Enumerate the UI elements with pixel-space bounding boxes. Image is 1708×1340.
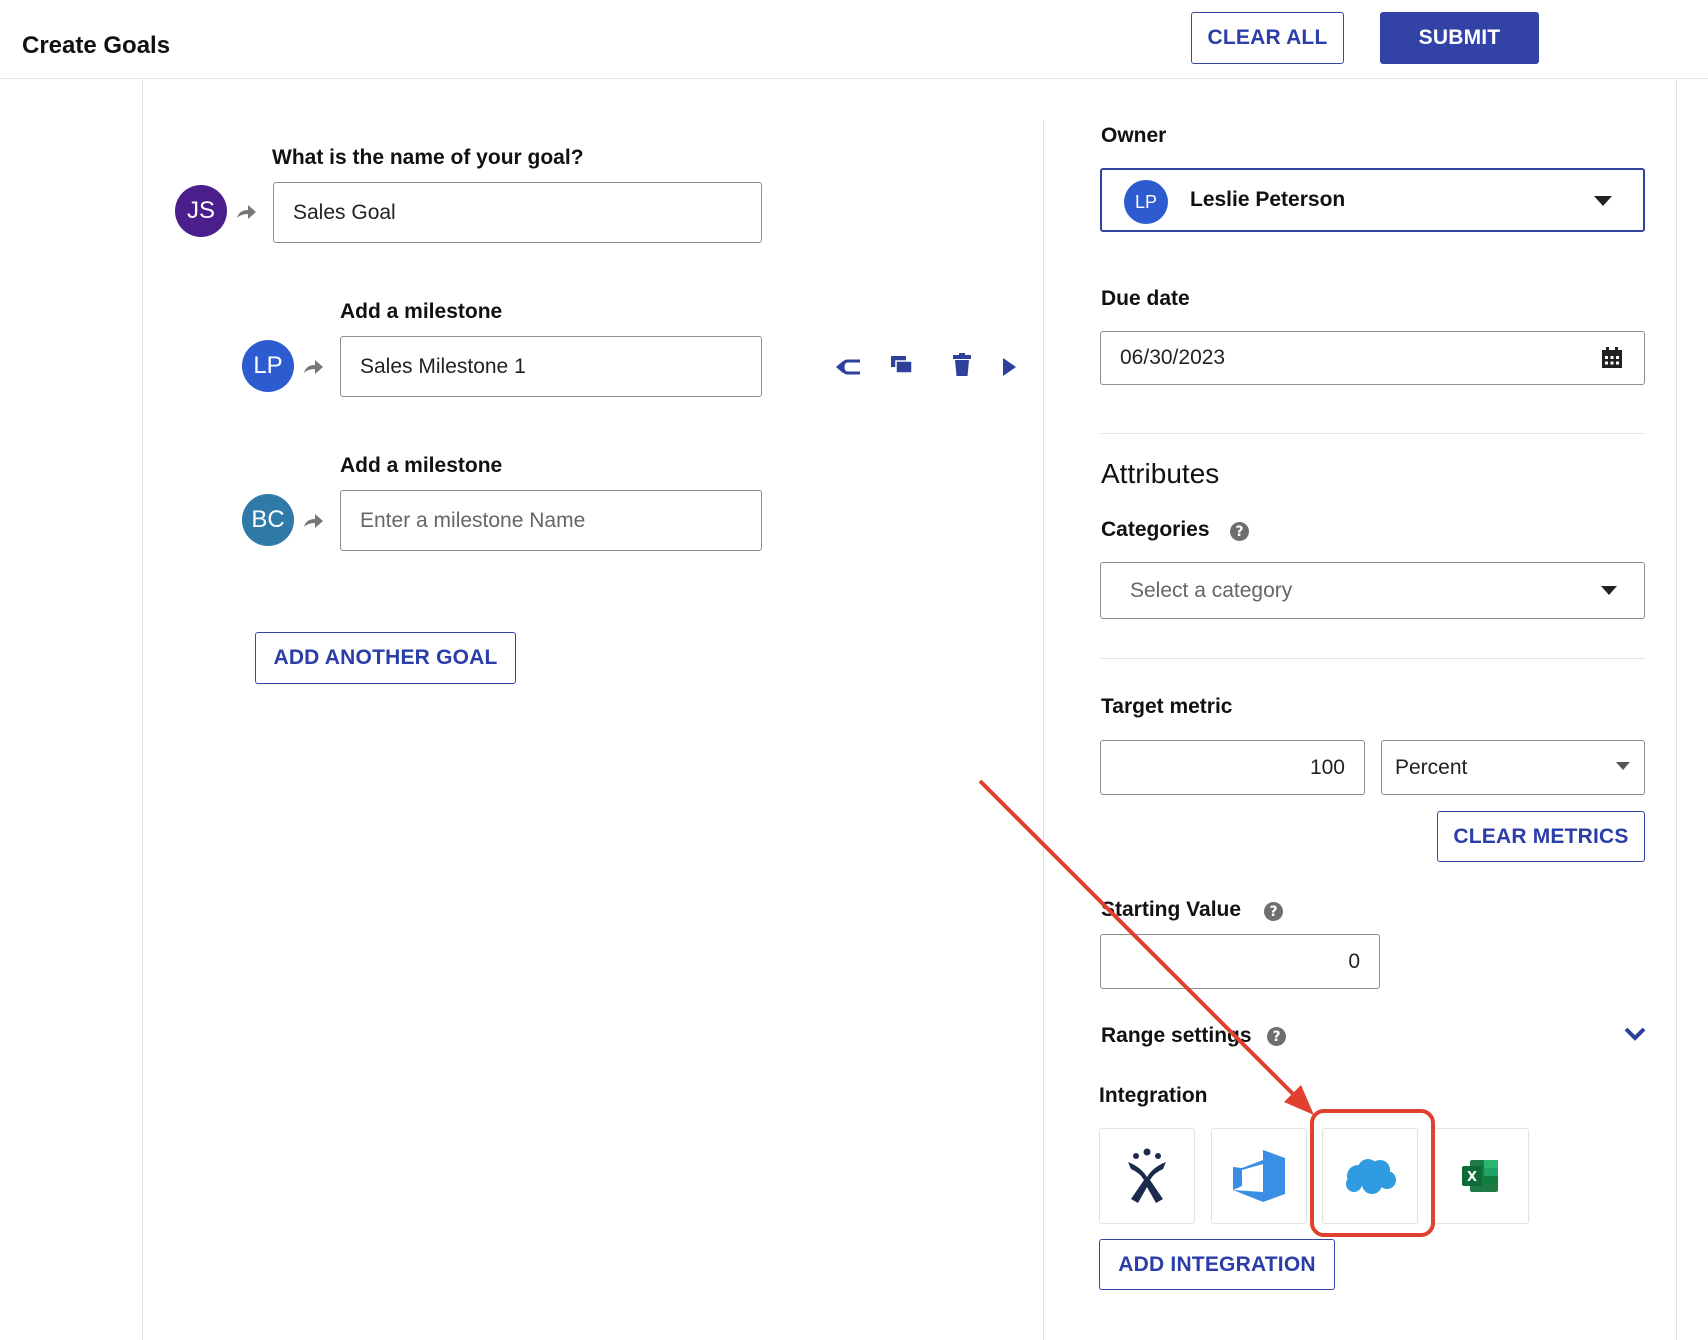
help-icon[interactable]: ? <box>1230 522 1249 541</box>
jira-integration-tile[interactable] <box>1099 1128 1195 1224</box>
azure-devops-icon <box>1233 1150 1285 1202</box>
split-icon[interactable] <box>833 352 863 382</box>
chevron-down-icon <box>1594 196 1612 206</box>
starting-value-label: Starting Value <box>1101 898 1242 921</box>
annotation-arrowhead <box>1284 1085 1314 1115</box>
divider <box>1100 658 1645 659</box>
range-settings-label: Range settings <box>1101 1024 1252 1047</box>
salesforce-integration-tile[interactable] <box>1322 1128 1418 1224</box>
calendar-icon[interactable] <box>1601 347 1623 369</box>
milestone-label: Add a milestone <box>340 300 503 323</box>
svg-text:X: X <box>1467 1170 1477 1185</box>
divider <box>1100 433 1645 434</box>
owner-name: Leslie Peterson <box>1190 188 1346 211</box>
category-select[interactable]: Select a category <box>1100 562 1645 619</box>
chevron-down-icon[interactable] <box>1624 1026 1646 1042</box>
play-icon[interactable] <box>994 352 1024 382</box>
clear-all-button[interactable]: CLEAR ALL <box>1191 12 1344 64</box>
assign-arrow-icon <box>304 360 323 374</box>
milestone-placeholder: Enter a milestone Name <box>360 508 586 532</box>
target-value-input[interactable]: 100 <box>1100 740 1365 795</box>
goal-owner-avatar[interactable]: JS <box>175 185 227 237</box>
due-date-label: Due date <box>1101 287 1190 310</box>
target-unit-select[interactable]: Percent <box>1381 740 1645 795</box>
jira-icon <box>1128 1148 1166 1203</box>
duplicate-icon[interactable] <box>887 350 917 380</box>
excel-icon: X <box>1462 1160 1498 1192</box>
chevron-down-icon <box>1616 762 1630 770</box>
milestone-owner-avatar[interactable]: LP <box>242 340 294 392</box>
trash-icon[interactable] <box>947 350 977 380</box>
azure-devops-integration-tile[interactable] <box>1211 1128 1307 1224</box>
submit-button[interactable]: SUBMIT <box>1380 12 1539 64</box>
add-another-goal-button[interactable]: ADD ANOTHER GOAL <box>255 632 516 684</box>
milestone-label: Add a milestone <box>340 454 503 477</box>
page-title: Create Goals <box>22 32 171 59</box>
due-date-input[interactable]: 06/30/2023 <box>1100 331 1645 385</box>
due-date-value: 06/30/2023 <box>1120 346 1226 369</box>
left-panel-border <box>142 80 143 1340</box>
clear-metrics-button[interactable]: CLEAR METRICS <box>1437 811 1645 862</box>
category-placeholder: Select a category <box>1130 578 1293 602</box>
assign-arrow-icon <box>304 514 323 528</box>
excel-integration-tile[interactable]: X <box>1433 1128 1529 1224</box>
chevron-down-icon <box>1601 586 1617 595</box>
owner-label: Owner <box>1101 124 1167 147</box>
column-divider <box>1043 120 1044 1340</box>
owner-select[interactable]: LP Leslie Peterson <box>1100 168 1645 232</box>
goal-question-label: What is the name of your goal? <box>272 146 584 169</box>
integration-label: Integration <box>1099 1084 1208 1107</box>
salesforce-cloud-icon <box>1346 1159 1396 1194</box>
add-integration-button[interactable]: ADD INTEGRATION <box>1099 1239 1335 1290</box>
categories-label: Categories <box>1101 518 1210 541</box>
starting-value-input[interactable]: 0 <box>1100 934 1380 989</box>
assign-arrow-icon <box>237 205 256 219</box>
help-icon[interactable]: ? <box>1264 902 1283 921</box>
owner-avatar: LP <box>1124 180 1168 224</box>
target-metric-label: Target metric <box>1101 695 1233 718</box>
goal-name-input[interactable]: Sales Goal <box>273 182 762 243</box>
attributes-heading: Attributes <box>1101 458 1220 489</box>
milestone-name-input[interactable]: Enter a milestone Name <box>340 490 762 551</box>
milestone-owner-avatar[interactable]: BC <box>242 494 294 546</box>
right-panel-border <box>1676 80 1677 1340</box>
help-icon[interactable]: ? <box>1267 1027 1286 1046</box>
target-unit-value: Percent <box>1395 755 1468 779</box>
milestone-name-input[interactable]: Sales Milestone 1 <box>340 336 762 397</box>
